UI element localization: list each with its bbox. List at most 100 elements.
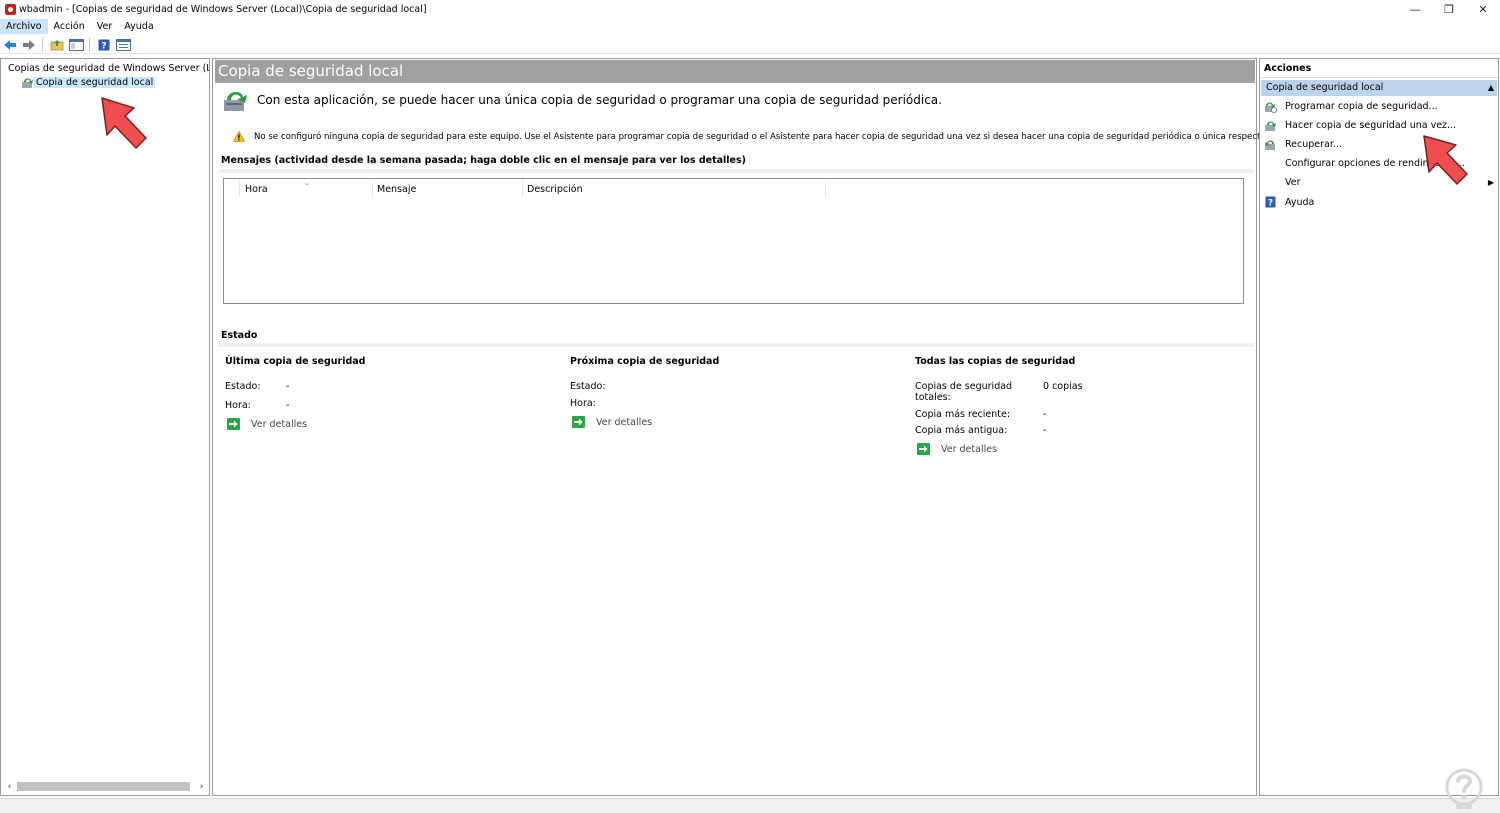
details-link-label: Ver detalles [941,443,998,455]
total-value: 0 copias [1043,381,1083,392]
scroll-left-icon[interactable]: ‹ [3,780,16,793]
actions-section-local-backup[interactable]: Copia de seguridad local ▲ [1261,80,1497,96]
pointer-arrow-icon [101,97,147,149]
warning-icon [233,131,245,142]
messages-table[interactable]: Hora ⌄ Mensaje Descripción [223,178,1244,304]
state-label: Estado: [225,381,261,392]
menu-archivo[interactable]: Archivo [0,19,48,34]
total-backups-row: Copias de seguridad totales: 0 copias [915,381,1245,403]
details-link-label: Ver detalles [596,416,653,428]
intro: Con esta aplicación, se puede hacer una … [221,87,942,113]
action-schedule-backup[interactable]: Programar copia de seguridad... [1264,98,1496,114]
back-icon[interactable] [1,37,19,53]
submenu-arrow-icon: ▶ [1487,177,1494,187]
total-label: Copias de seguridad totales: [915,381,1013,403]
menu-accion[interactable]: Acción [48,19,91,34]
time-value: - [286,400,290,411]
toolbar-separator [89,37,90,52]
state-value: - [286,381,290,392]
action-label: Recuperar... [1285,138,1342,150]
next-backup-details-link[interactable]: Ver detalles [570,416,900,428]
all-backups-title: Todas las copias de seguridad [915,356,1076,367]
action-label: Programar copia de seguridad... [1285,100,1438,112]
up-folder-icon[interactable] [48,37,66,53]
messages-title: Mensajes (actividad desde la semana pasa… [221,155,746,166]
close-button[interactable]: ✕ [1466,0,1500,18]
column-separator [522,181,523,197]
next-backup-time: Hora: [570,398,900,409]
schedule-backup-icon [1264,100,1277,113]
menu-bar: Archivo Acción Ver Ayuda [0,19,1500,34]
all-backups-panel: Todas las copias de seguridad Copias de … [915,356,1245,455]
action-label: Ayuda [1285,196,1315,208]
tree-item-windows-server-backup[interactable]: Copias de seguridad de Windows Server (L… [6,62,209,75]
column-header-descripcion[interactable]: Descripción [527,183,583,199]
details-link-label: Ver detalles [251,418,308,430]
restore-button[interactable]: ❐ [1432,0,1466,18]
menu-ver[interactable]: Ver [91,19,119,34]
recent-backup-row: Copia más reciente: - [915,409,1245,420]
column-separator [825,181,826,197]
app-icon [5,3,16,15]
minimize-button[interactable]: — [1398,0,1432,18]
next-backup-state: Estado: [570,381,900,392]
action-backup-once[interactable]: Hacer copia de seguridad una vez... [1264,117,1496,133]
last-backup-panel: Última copia de seguridad Estado: - Hora… [225,356,555,430]
status-bar [0,798,1500,813]
next-backup-panel: Próxima copia de seguridad Estado: Hora:… [570,356,900,428]
backup-icon [22,78,33,88]
arrow-right-icon [917,443,930,455]
properties-icon[interactable] [114,37,132,53]
status-title: Estado [221,330,258,341]
last-backup-title: Última copia de seguridad [225,356,366,367]
warning-message: No se configuró ninguna copia de segurid… [233,131,1304,142]
help-icon: ? [1264,196,1277,209]
scroll-thumb[interactable] [17,782,190,791]
menu-ayuda[interactable]: Ayuda [118,19,159,34]
tree-child-label: Copia de seguridad local [34,77,156,88]
action-help[interactable]: ? Ayuda [1264,194,1496,210]
column-separator [372,181,373,197]
arrow-right-icon [572,416,585,428]
divider [219,169,1254,173]
scroll-right-icon[interactable]: › [195,780,208,793]
svg-text:?: ? [1268,199,1273,209]
tree-root-label: Copias de seguridad de Windows Server (L… [8,63,209,74]
last-backup-state: Estado: - [225,381,555,392]
warning-text: No se configuró ninguna copia de segurid… [254,131,1304,142]
next-backup-title: Próxima copia de seguridad [570,356,720,367]
oldest-value: - [1043,425,1047,436]
all-backups-details-link[interactable]: Ver detalles [915,443,1245,455]
backup-app-icon [224,91,247,111]
arrow-right-icon [227,418,240,430]
column-separator [239,181,240,197]
forward-icon[interactable] [20,37,38,53]
oldest-backup-row: Copia más antigua: - [915,425,1245,436]
window-controls: — ❐ ✕ [1398,0,1500,18]
oldest-label: Copia más antigua: [915,425,1008,436]
time-label: Hora: [225,400,251,411]
help-icon[interactable]: ? [95,37,113,53]
svg-text:?: ? [101,41,106,51]
column-header-mensaje[interactable]: Mensaje [377,183,416,199]
collapse-caret-icon[interactable]: ▲ [1488,80,1494,96]
recent-label: Copia más reciente: [915,409,1011,420]
tree-item-local-backup[interactable]: Copia de seguridad local [21,76,156,89]
window-title: wbadmin - [Copias de seguridad de Window… [19,3,427,15]
console-tree-pane: Copias de seguridad de Windows Server (L… [0,58,210,796]
pointer-arrow-icon [1423,135,1468,185]
toolbar: ? [0,36,1500,54]
sort-caret-icon: ⌄ [304,179,310,187]
horizontal-scrollbar[interactable]: ‹ › [3,780,208,793]
watermark-logo-icon [1445,768,1483,809]
recover-icon [1264,138,1277,151]
main-pane: Copia de seguridad local Con esta aplica… [212,58,1304,796]
show-hide-tree-icon[interactable] [67,37,85,53]
last-backup-details-link[interactable]: Ver detalles [225,418,555,430]
toolbar-separator [42,37,43,52]
column-header-hora[interactable]: Hora [245,183,268,199]
backup-once-icon [1264,119,1277,132]
last-backup-time: Hora: - [225,400,555,411]
title-bar: wbadmin - [Copias de seguridad de Window… [0,0,1500,18]
recent-value: - [1043,409,1047,420]
